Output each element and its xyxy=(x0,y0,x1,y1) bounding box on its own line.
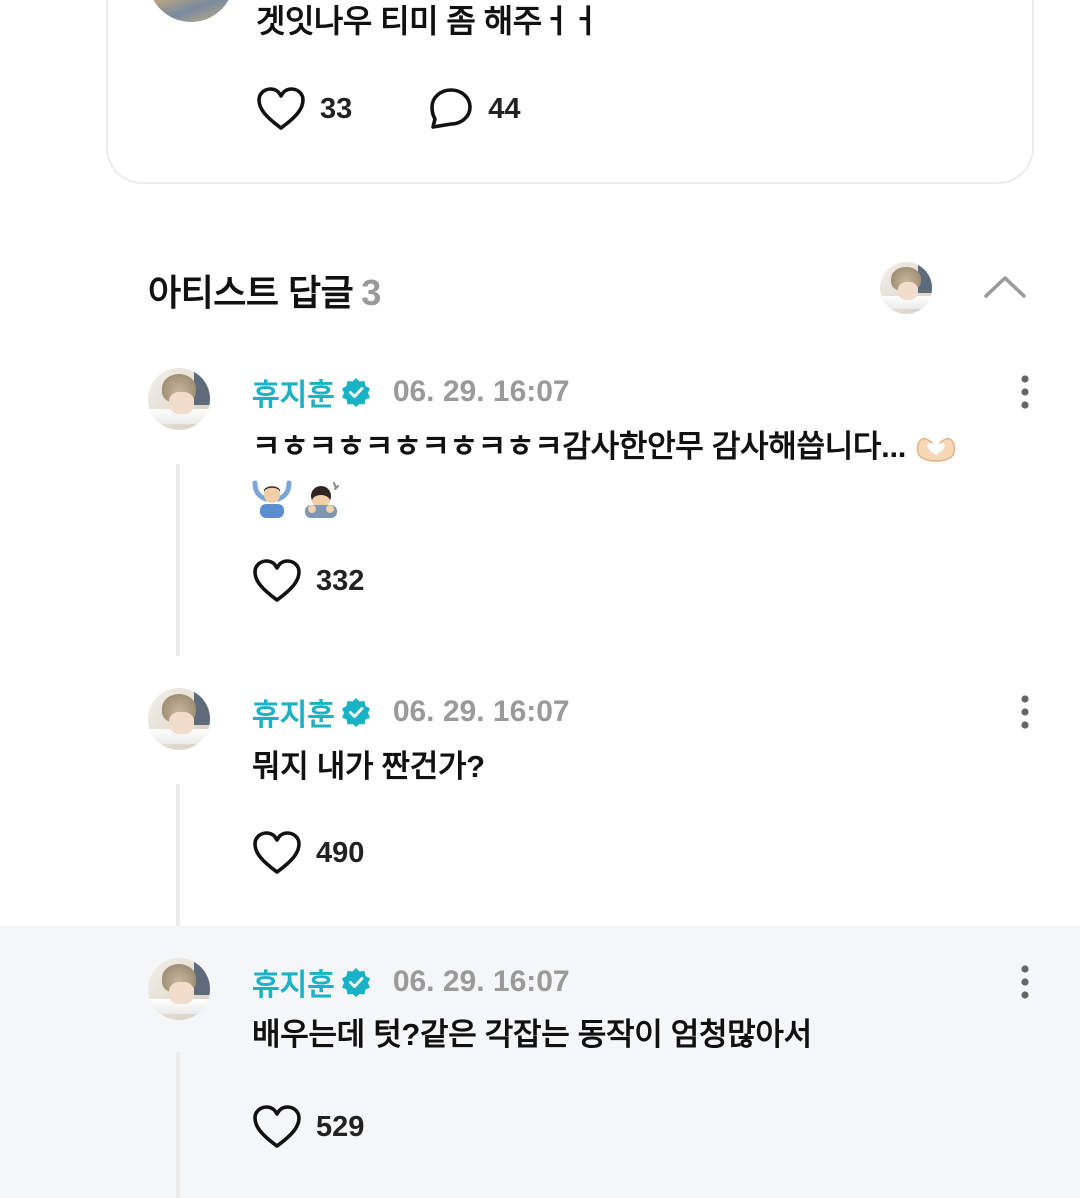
reply-text: ㅋㅎㅋㅎㅋㅎㅋㅎㅋㅎㅋ감사한안무 감사해씁니다... xyxy=(252,422,1042,522)
comment-bubble-icon xyxy=(430,88,473,129)
section-title: 아티스트 답글 xyxy=(148,272,354,313)
reply-like-button[interactable]: 332 xyxy=(252,558,364,604)
reply-author-avatar[interactable] xyxy=(148,368,210,430)
thread-line xyxy=(176,784,180,926)
more-vertical-icon xyxy=(1021,965,1029,999)
man-bowing-emoji xyxy=(305,481,340,518)
reply-like-button[interactable]: 529 xyxy=(252,1104,364,1150)
reply-text: 배우는데 텃?같은 각잡는 동작이 엄청많아서 xyxy=(252,1017,812,1052)
post-card: 겟잇나우 티미 좀 해주ㅓㅓ 33 44 xyxy=(106,0,1034,184)
reply-timestamp: 06. 29. 16:07 xyxy=(392,695,570,728)
reply-item: 휴지훈 06. 29. 16:07 뭐지 내가 짠건가? 490 xyxy=(0,688,1080,926)
post-actions: 33 44 xyxy=(256,86,521,132)
reply-header: 휴지훈 06. 29. 16:07 xyxy=(252,690,570,734)
reply-timestamp: 06. 29. 16:07 xyxy=(392,375,570,408)
reply-item-highlighted: 휴지훈 06. 29. 16:07 배우는데 텃?같은 각잡는 동작이 엄청많아… xyxy=(0,926,1080,1198)
artist-replies-header: 아티스트 답글 3 xyxy=(148,264,381,316)
reply-more-button[interactable] xyxy=(1010,372,1040,412)
person-gesturing-ok-emoji xyxy=(252,480,292,518)
reply-author-name[interactable]: 휴지훈 xyxy=(252,370,335,414)
verified-badge-icon xyxy=(341,378,370,407)
collapse-button[interactable] xyxy=(980,266,1030,306)
post-like-button[interactable]: 33 xyxy=(256,86,352,132)
reply-more-button[interactable] xyxy=(1010,692,1040,732)
reply-text: 뭐지 내가 짠건가? xyxy=(252,749,485,784)
post-comment-button[interactable]: 44 xyxy=(428,86,521,132)
reply-author-name[interactable]: 휴지훈 xyxy=(252,690,335,734)
heart-icon xyxy=(253,559,301,602)
heart-icon xyxy=(253,831,301,874)
reply-like-count: 529 xyxy=(316,1110,365,1143)
thread-line xyxy=(176,1052,180,1198)
post-author-avatar[interactable] xyxy=(148,0,234,22)
more-vertical-icon xyxy=(1021,695,1029,729)
reply-header: 휴지훈 06. 29. 16:07 xyxy=(252,370,570,414)
reply-item: 휴지훈 06. 29. 16:07 ㅋㅎㅋㅎㅋㅎㅋㅎㅋㅎㅋ감사한안무 감사해씁니… xyxy=(0,368,1080,668)
verified-badge-icon xyxy=(341,968,370,997)
heart-hands-emoji xyxy=(917,437,956,462)
section-count: 3 xyxy=(361,272,381,313)
artist-avatar xyxy=(880,262,932,314)
thread-line xyxy=(176,464,180,656)
reply-like-button[interactable]: 490 xyxy=(252,830,364,876)
reply-author-avatar[interactable] xyxy=(148,958,210,1020)
reply-like-count: 332 xyxy=(316,564,365,597)
verified-badge-icon xyxy=(341,698,370,727)
artist-replies-screen: 겟잇나우 티미 좀 해주ㅓㅓ 33 44 아티스트 답글 3 휴지훈 06. 2… xyxy=(0,0,1080,1198)
reply-header: 휴지훈 06. 29. 16:07 xyxy=(252,960,570,1004)
more-vertical-icon xyxy=(1021,375,1029,409)
post-text: 겟잇나우 티미 좀 해주ㅓㅓ xyxy=(256,3,600,39)
reply-timestamp: 06. 29. 16:07 xyxy=(392,965,570,998)
reply-author-avatar[interactable] xyxy=(148,688,210,750)
post-like-count: 33 xyxy=(320,92,353,125)
reply-text-body: ㅋㅎㅋㅎㅋㅎㅋㅎㅋㅎㅋ감사한안무 감사해씁니다... xyxy=(252,429,907,464)
chevron-up-icon xyxy=(984,276,1026,298)
reply-author-name[interactable]: 휴지훈 xyxy=(252,960,335,1004)
reply-like-count: 490 xyxy=(316,836,365,869)
post-comment-count: 44 xyxy=(488,92,521,125)
reply-more-button[interactable] xyxy=(1010,962,1040,1002)
heart-icon xyxy=(257,87,305,130)
heart-icon xyxy=(253,1105,301,1148)
